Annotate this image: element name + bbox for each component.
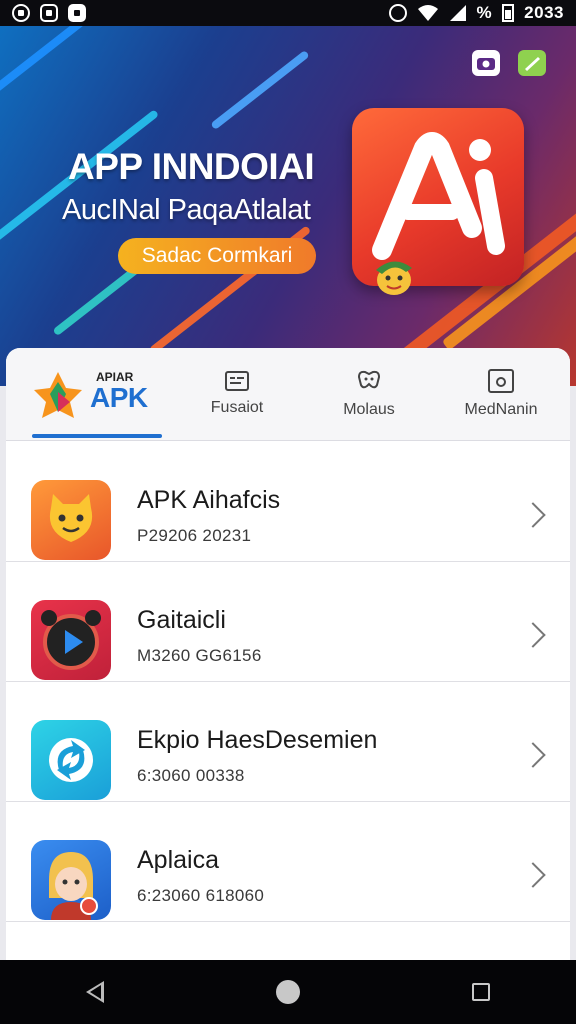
play-app-icon — [31, 600, 111, 680]
shield-icon — [40, 4, 58, 22]
battery-percent-symbol: % — [476, 3, 493, 22]
hero-subtitle: AucINal PaqaAtlalat — [62, 194, 311, 226]
tab-label: Molaus — [343, 401, 395, 418]
tab-bar: APIAR APK Fusaiot Molaus MedNanin — [6, 348, 570, 441]
list-item[interactable]: Ekpio HaesDesemien 6:3060 00338 — [6, 682, 570, 802]
app-title: Aplaica — [137, 846, 219, 874]
signal-icon — [449, 5, 466, 21]
hero-title: APP INNDOIAI — [68, 146, 315, 187]
chevron-right-icon — [520, 742, 546, 768]
app-title: Gaitaicli — [137, 606, 226, 634]
app-meta: 6:3060 00338 — [137, 766, 245, 785]
notification-icon — [68, 4, 86, 22]
back-icon[interactable] — [86, 981, 104, 1003]
decor-streak — [210, 49, 310, 131]
app-list-card: APIAR APK Fusaiot Molaus MedNanin APK Ai… — [6, 348, 570, 968]
tab-label: Fusaiot — [210, 399, 264, 416]
list-item[interactable]: Gaitaicli M3260 GG6156 — [6, 562, 570, 682]
battery-icon — [502, 4, 515, 22]
list-item[interactable]: APK Aihafcis P29206 20231 — [6, 442, 570, 562]
chevron-right-icon — [520, 622, 546, 648]
refresh-app-icon — [31, 720, 111, 800]
avatar-app-icon — [31, 840, 111, 920]
tab-mednanin[interactable]: MedNanin — [446, 348, 556, 440]
system-nav-bar — [0, 960, 576, 1024]
media-icon — [488, 369, 514, 393]
recents-icon[interactable] — [472, 983, 490, 1001]
decor-streak — [0, 26, 86, 123]
gamepad-icon — [357, 370, 381, 389]
mascot-icon — [376, 261, 412, 295]
home-icon[interactable] — [276, 980, 300, 1004]
tab-label: MedNanin — [464, 401, 538, 418]
status-time: 2033 — [524, 3, 564, 22]
android-icon — [12, 4, 30, 22]
app-meta: 6:23060 618060 — [137, 886, 265, 905]
apk-logo-icon — [34, 372, 82, 418]
camera-icon[interactable] — [472, 50, 500, 76]
active-tab-indicator — [32, 434, 162, 438]
chevron-right-icon — [520, 502, 546, 528]
alarm-icon — [388, 4, 407, 22]
edit-icon[interactable] — [518, 50, 546, 76]
list-item[interactable]: Aplaica 6:23060 618060 — [6, 802, 570, 922]
tab-molaus[interactable]: Molaus — [314, 348, 424, 440]
app-title: APK Aihafcis — [137, 486, 281, 514]
status-bar: % 2033 — [0, 0, 576, 26]
app-meta: M3260 GG6156 — [137, 646, 262, 665]
wifi-icon — [417, 5, 438, 21]
hero-banner[interactable]: APP INNDOIAI AucINal PaqaAtlalat Sadac C… — [0, 26, 576, 386]
list-icon — [225, 371, 249, 391]
cat-app-icon — [31, 480, 111, 560]
hero-cta-button[interactable]: Sadac Cormkari — [118, 238, 316, 274]
brand-name: APK — [90, 382, 148, 413]
app-meta: P29206 20231 — [137, 526, 252, 545]
tab-apk-home[interactable]: APIAR APK — [32, 368, 162, 420]
chevron-right-icon — [520, 862, 546, 888]
tab-fusaiot[interactable]: Fusaiot — [182, 348, 292, 440]
app-list: APK Aihafcis P29206 20231 Gaitaicli M326… — [6, 442, 570, 922]
app-title: Ekpio HaesDesemien — [137, 726, 378, 754]
